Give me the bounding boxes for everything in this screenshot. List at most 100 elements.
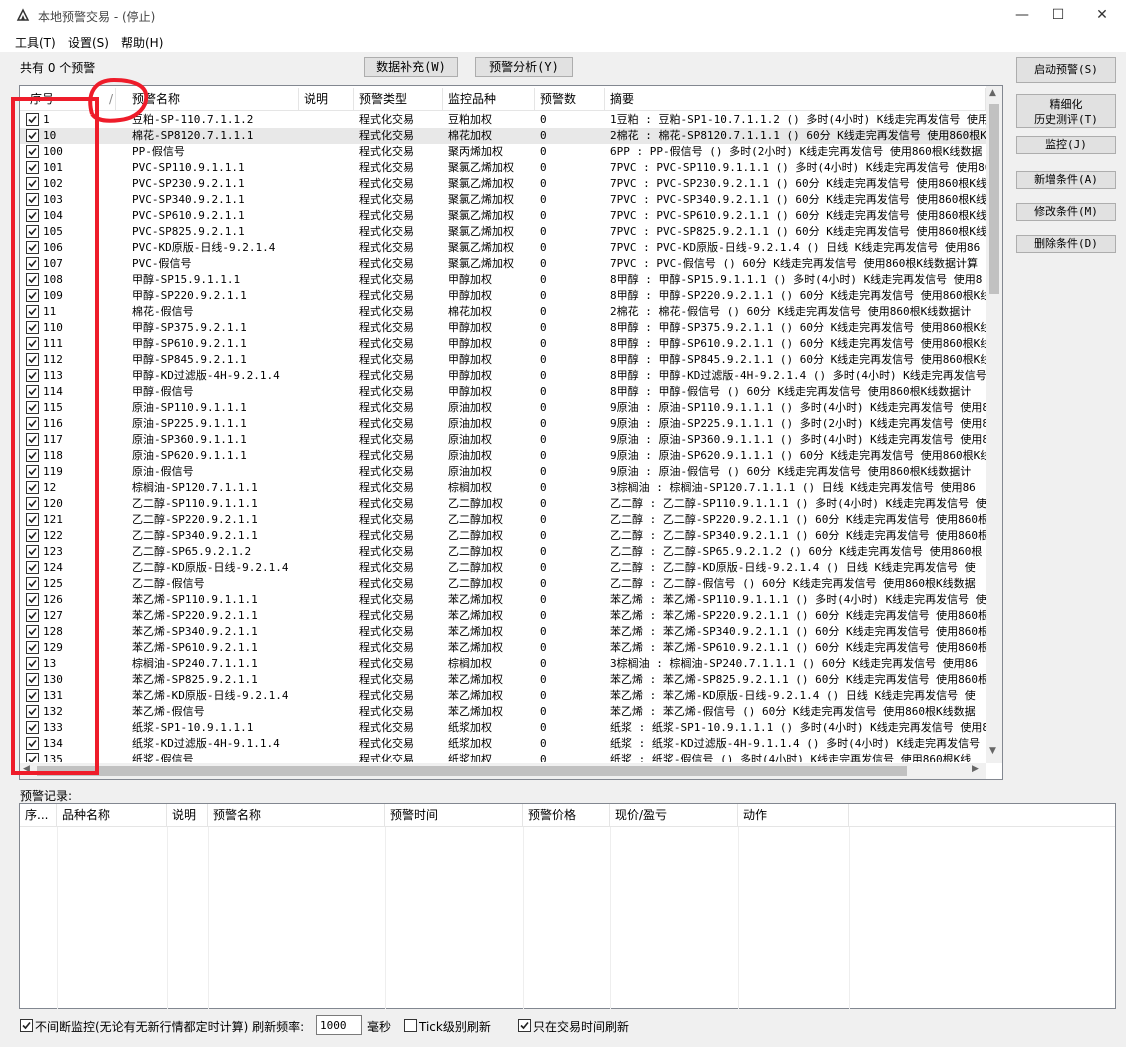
log-col-index[interactable]: 序...: [20, 804, 57, 827]
scroll-up-icon[interactable]: ▲: [989, 88, 996, 98]
menu-settings[interactable]: 设置(S): [68, 34, 109, 51]
log-col-divider: [167, 827, 168, 1009]
table-row[interactable]: 119 原油-假信号 程式化交易 原油加权 0 9原油 : 原油-假信号 () 60分 K…: [20, 464, 986, 480]
table-row[interactable]: 117 原油-SP360.9.1.1.1 程式化交易 原油加权 0 9原油 : 原油-SP…: [20, 432, 986, 448]
log-col-pnl[interactable]: 现价/盈亏: [610, 804, 738, 827]
table-row[interactable]: 106 PVC-KD原版-日线-9.2.1.4 程式化交易 聚氯乙烯加权 0 7PVC :…: [20, 240, 986, 256]
cell-name: 乙二醇-假信号: [132, 577, 205, 590]
cell-variety: 苯乙烯加权: [448, 625, 503, 638]
table-row[interactable]: 1 豆粕-SP-110.7.1.1.2 程式化交易 豆粕加权 0 1豆粕 : 豆粕-SP1…: [20, 112, 986, 128]
add-condition-button[interactable]: 新增条件(A): [1016, 171, 1116, 189]
table-row[interactable]: 107 PVC-假信号 程式化交易 聚氯乙烯加权 0 7PVC : PVC-假信号 () …: [20, 256, 986, 272]
table-row[interactable]: 130 苯乙烯-SP825.9.2.1.1 程式化交易 苯乙烯加权 0 苯乙烯 : 苯乙烯…: [20, 672, 986, 688]
cell-variety: 原油加权: [448, 433, 492, 446]
cell-variety: 甲醇加权: [448, 385, 492, 398]
log-col-action[interactable]: 动作: [738, 804, 849, 827]
col-header-note[interactable]: 说明: [299, 88, 354, 111]
table-row[interactable]: 113 甲醇-KD过滤版-4H-9.2.1.4 程式化交易 甲醇加权 0 8甲醇 : 甲醇…: [20, 368, 986, 384]
tick-refresh-checkbox[interactable]: [404, 1019, 417, 1032]
cell-summary: 9原油 : 原油-SP620.9.1.1.1 () 60分 K线走完再发信号 使…: [610, 449, 986, 462]
table-row[interactable]: 123 乙二醇-SP65.9.2.1.2 程式化交易 乙二醇加权 0 乙二醇 : 乙二醇-…: [20, 544, 986, 560]
table-row[interactable]: 103 PVC-SP340.9.2.1.1 程式化交易 聚氯乙烯加权 0 7PVC : P…: [20, 192, 986, 208]
table-row[interactable]: 102 PVC-SP230.9.2.1.1 程式化交易 聚氯乙烯加权 0 7PVC : P…: [20, 176, 986, 192]
data-fill-button[interactable]: 数据补充(W): [364, 57, 458, 77]
cell-variety: 苯乙烯加权: [448, 689, 503, 702]
table-row[interactable]: 126 苯乙烯-SP110.9.1.1.1 程式化交易 苯乙烯加权 0 苯乙烯 : 苯乙烯…: [20, 592, 986, 608]
vertical-scroll-thumb[interactable]: [989, 104, 999, 294]
cell-variety: 苯乙烯加权: [448, 673, 503, 686]
col-header-count[interactable]: 预警数: [535, 88, 605, 111]
table-row[interactable]: 109 甲醇-SP220.9.2.1.1 程式化交易 甲醇加权 0 8甲醇 : 甲醇-SP…: [20, 288, 986, 304]
table-row[interactable]: 120 乙二醇-SP110.9.1.1.1 程式化交易 乙二醇加权 0 乙二醇 : 乙二醇…: [20, 496, 986, 512]
horizontal-scroll-thumb[interactable]: [37, 766, 907, 776]
table-row[interactable]: 114 甲醇-假信号 程式化交易 甲醇加权 0 8甲醇 : 甲醇-假信号 () 60分 K…: [20, 384, 986, 400]
table-row[interactable]: 105 PVC-SP825.9.2.1.1 程式化交易 聚氯乙烯加权 0 7PVC : P…: [20, 224, 986, 240]
trade-time-checkbox[interactable]: [518, 1019, 531, 1032]
edit-condition-button[interactable]: 修改条件(M): [1016, 203, 1116, 221]
log-col-name[interactable]: 预警名称: [208, 804, 385, 827]
table-row[interactable]: 124 乙二醇-KD原版-日线-9.2.1.4 程式化交易 乙二醇加权 0 乙二醇 : 乙…: [20, 560, 986, 576]
menu-help[interactable]: 帮助(H): [121, 34, 163, 51]
monitor-button[interactable]: 监控(J): [1016, 136, 1116, 154]
table-row[interactable]: 11 棉花-假信号 程式化交易 棉花加权 0 2棉花 : 棉花-假信号 () 60分 K线…: [20, 304, 986, 320]
cell-summary: 9原油 : 原油-假信号 () 60分 K线走完再发信号 使用860根K线数据计: [610, 465, 972, 478]
log-col-note[interactable]: 说明: [167, 804, 208, 827]
scroll-right-icon[interactable]: ▶: [972, 764, 979, 774]
continuous-monitor-checkbox[interactable]: [20, 1019, 33, 1032]
table-row[interactable]: 122 乙二醇-SP340.9.2.1.1 程式化交易 乙二醇加权 0 乙二醇 : 乙二醇…: [20, 528, 986, 544]
table-row[interactable]: 132 苯乙烯-假信号 程式化交易 苯乙烯加权 0 苯乙烯 : 苯乙烯-假信号 () 60…: [20, 704, 986, 720]
start-alert-button[interactable]: 启动预警(S): [1016, 57, 1116, 83]
scroll-down-icon[interactable]: ▼: [989, 746, 996, 756]
table-row[interactable]: 10 棉花-SP8120.7.1.1.1 程式化交易 棉花加权 0 2棉花 : 棉花-SP…: [20, 128, 986, 144]
cell-summary: 8甲醇 : 甲醇-SP845.9.2.1.1 () 60分 K线走完再发信号 使…: [610, 353, 986, 366]
cell-count: 0: [540, 545, 547, 558]
delete-condition-button[interactable]: 删除条件(D): [1016, 235, 1116, 253]
log-col-divider: [523, 827, 524, 1009]
close-button[interactable]: ✕: [1080, 0, 1124, 32]
table-row[interactable]: 135 纸浆-假信号 程式化交易 纸浆加权 0 纸浆 : 纸浆-假信号 () 多时(4小时…: [20, 752, 986, 762]
cell-note: [304, 352, 354, 368]
refined-backtest-button[interactable]: 精细化 历史测评(T): [1016, 94, 1116, 128]
cell-count: 0: [540, 433, 547, 446]
table-row[interactable]: 131 苯乙烯-KD原版-日线-9.2.1.4 程式化交易 苯乙烯加权 0 苯乙烯 : 苯…: [20, 688, 986, 704]
cell-name: 甲醇-SP375.9.2.1.1: [132, 321, 247, 334]
table-row[interactable]: 112 甲醇-SP845.9.2.1.1 程式化交易 甲醇加权 0 8甲醇 : 甲醇-SP…: [20, 352, 986, 368]
cell-type: 程式化交易: [359, 433, 414, 446]
col-header-summary[interactable]: 摘要: [605, 88, 986, 111]
table-row[interactable]: 133 纸浆-SP1-10.9.1.1.1 程式化交易 纸浆加权 0 纸浆 : 纸浆-SP…: [20, 720, 986, 736]
cell-variety: 聚氯乙烯加权: [448, 209, 514, 222]
vertical-scrollbar[interactable]: ▲ ▼: [986, 86, 1002, 763]
table-row[interactable]: 128 苯乙烯-SP340.9.2.1.1 程式化交易 苯乙烯加权 0 苯乙烯 : 苯乙烯…: [20, 624, 986, 640]
log-col-variety[interactable]: 品种名称: [57, 804, 167, 827]
table-row[interactable]: 121 乙二醇-SP220.9.2.1.1 程式化交易 乙二醇加权 0 乙二醇 : 乙二醇…: [20, 512, 986, 528]
alert-analysis-button[interactable]: 预警分析(Y): [475, 57, 573, 77]
horizontal-scrollbar[interactable]: ◀ ▶: [20, 763, 986, 779]
menu-tools[interactable]: 工具(T): [15, 34, 56, 51]
table-row[interactable]: 111 甲醇-SP610.9.2.1.1 程式化交易 甲醇加权 0 8甲醇 : 甲醇-SP…: [20, 336, 986, 352]
log-col-divider: [610, 827, 611, 1009]
table-row[interactable]: 115 原油-SP110.9.1.1.1 程式化交易 原油加权 0 9原油 : 原油-SP…: [20, 400, 986, 416]
cell-summary: 3棕榈油 : 棕榈油-SP120.7.1.1.1 () 日线 K线走完再发信号 …: [610, 481, 976, 494]
maximize-button[interactable]: ☐: [1036, 0, 1080, 32]
menu-bar: 工具(T) 设置(S) 帮助(H): [0, 32, 1134, 52]
refresh-frequency-input[interactable]: [316, 1015, 362, 1035]
col-header-type[interactable]: 预警类型: [354, 88, 443, 111]
log-col-price[interactable]: 预警价格: [523, 804, 610, 827]
cell-summary: 8甲醇 : 甲醇-假信号 () 60分 K线走完再发信号 使用860根K线数据计: [610, 385, 972, 398]
table-row[interactable]: 104 PVC-SP610.9.2.1.1 程式化交易 聚氯乙烯加权 0 7PVC : P…: [20, 208, 986, 224]
col-header-variety[interactable]: 监控品种: [443, 88, 535, 111]
table-row[interactable]: 134 纸浆-KD过滤版-4H-9.1.1.4 程式化交易 纸浆加权 0 纸浆 : 纸浆-…: [20, 736, 986, 752]
table-row[interactable]: 100 PP-假信号 程式化交易 聚丙烯加权 0 6PP : PP-假信号 () 多时(2…: [20, 144, 986, 160]
table-row[interactable]: 127 苯乙烯-SP220.9.2.1.1 程式化交易 苯乙烯加权 0 苯乙烯 : 苯乙烯…: [20, 608, 986, 624]
table-row[interactable]: 118 原油-SP620.9.1.1.1 程式化交易 原油加权 0 9原油 : 原油-SP…: [20, 448, 986, 464]
table-row[interactable]: 12 棕榈油-SP120.7.1.1.1 程式化交易 棕榈加权 0 3棕榈油 : 棕榈油-…: [20, 480, 986, 496]
table-row[interactable]: 116 原油-SP225.9.1.1.1 程式化交易 原油加权 0 9原油 : 原油-SP…: [20, 416, 986, 432]
table-row[interactable]: 125 乙二醇-假信号 程式化交易 乙二醇加权 0 乙二醇 : 乙二醇-假信号 () 60…: [20, 576, 986, 592]
table-row[interactable]: 13 棕榈油-SP240.7.1.1.1 程式化交易 棕榈加权 0 3棕榈油 : 棕榈油-…: [20, 656, 986, 672]
cell-note: [304, 192, 354, 208]
table-row[interactable]: 108 甲醇-SP15.9.1.1.1 程式化交易 甲醇加权 0 8甲醇 : 甲醇-SP1…: [20, 272, 986, 288]
log-col-time[interactable]: 预警时间: [385, 804, 523, 827]
table-row[interactable]: 129 苯乙烯-SP610.9.2.1.1 程式化交易 苯乙烯加权 0 苯乙烯 : 苯乙烯…: [20, 640, 986, 656]
table-row[interactable]: 101 PVC-SP110.9.1.1.1 程式化交易 聚氯乙烯加权 0 7PVC : P…: [20, 160, 986, 176]
table-row[interactable]: 110 甲醇-SP375.9.2.1.1 程式化交易 甲醇加权 0 8甲醇 : 甲醇-SP…: [20, 320, 986, 336]
